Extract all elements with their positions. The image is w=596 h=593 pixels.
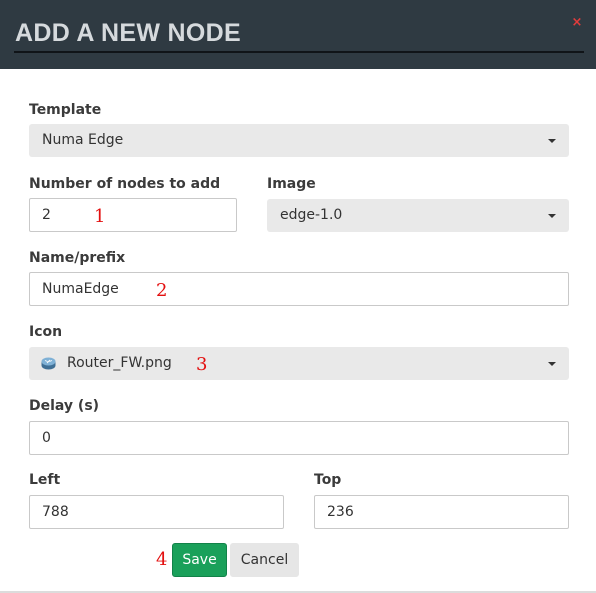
chevron-down-icon [548, 362, 556, 366]
image-select[interactable]: edge-1.0 [267, 199, 569, 232]
left-label: Left [29, 472, 61, 488]
template-label: Template [29, 102, 102, 118]
dialog-header: ADD A NEW NODE × [0, 0, 596, 69]
image-label: Image [267, 176, 316, 192]
cancel-button[interactable]: Cancel [230, 543, 299, 577]
node-count-input[interactable]: 2 [29, 198, 237, 232]
icon-label: Icon [29, 324, 63, 340]
delay-label: Delay (s) [29, 398, 100, 414]
annotation-marker-4: 4 [156, 549, 168, 570]
icon-select[interactable]: Router_FW.png [29, 347, 569, 380]
chevron-down-icon [548, 214, 556, 218]
add-node-dialog: ADD A NEW NODE × Template Numa Edge Numb… [0, 0, 596, 593]
annotation-marker-3: 3 [196, 354, 208, 375]
title-underline [14, 51, 584, 53]
template-select-value: Numa Edge [42, 132, 124, 148]
template-select[interactable]: Numa Edge [29, 124, 569, 157]
name-prefix-input[interactable]: NumaEdge [29, 272, 569, 306]
left-value: 788 [42, 504, 69, 520]
name-prefix-value: NumaEdge [42, 281, 119, 297]
name-prefix-label: Name/prefix [29, 250, 126, 266]
top-input[interactable]: 236 [314, 495, 569, 529]
image-select-value: edge-1.0 [280, 207, 343, 223]
save-button[interactable]: Save [172, 543, 227, 577]
top-value: 236 [327, 504, 354, 520]
icon-select-value: Router_FW.png [67, 355, 172, 371]
close-icon[interactable]: × [571, 16, 583, 30]
chevron-down-icon [548, 139, 556, 143]
delay-input[interactable]: 0 [29, 421, 569, 455]
annotation-marker-2: 2 [156, 280, 168, 301]
annotation-marker-1: 1 [94, 206, 106, 227]
delay-value: 0 [42, 430, 51, 446]
dialog-title: ADD A NEW NODE [15, 19, 241, 47]
count-label: Number of nodes to add [29, 176, 221, 192]
router-icon [41, 357, 56, 370]
node-count-value: 2 [42, 207, 51, 223]
top-label: Top [314, 472, 342, 488]
left-input[interactable]: 788 [29, 495, 284, 529]
